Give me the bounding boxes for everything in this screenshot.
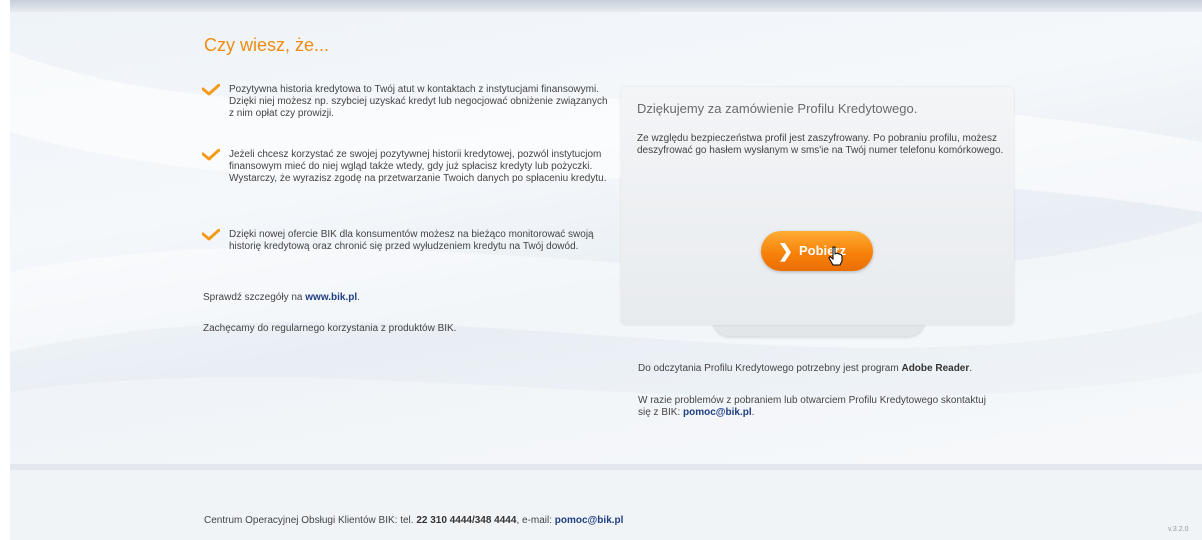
card-title: Dziękujemy za zamówienie Profilu Kredyto…: [637, 101, 918, 116]
footer-middle: , e-mail:: [516, 515, 555, 526]
bik-website-link[interactable]: www.bik.pl: [305, 292, 357, 303]
details-prefix: Sprawdź szczegóły na: [203, 292, 306, 303]
checkmark-icon: [202, 149, 220, 161]
footer-phone: 22 310 4444/348 4444: [416, 515, 517, 526]
footer-prefix: Centrum Operacyjnej Obsługi Klientów BIK…: [204, 515, 417, 526]
problems-note-suffix: .: [751, 407, 755, 419]
details-suffix: .: [357, 292, 360, 303]
tip-text: Jeżeli chcesz korzystać ze swojej pozyty…: [229, 149, 607, 185]
reader-note: Do odczytania Profilu Kredytowego potrze…: [638, 363, 998, 375]
thank-you-card: Dziękujemy za zamówienie Profilu Kredyto…: [621, 87, 1014, 325]
download-button[interactable]: ❯ Pobierz: [761, 231, 873, 271]
version-label: v.3.2.0: [1168, 526, 1189, 533]
footer-email-link[interactable]: pomoc@bik.pl: [555, 515, 624, 526]
support-email-link[interactable]: pomoc@bik.pl: [683, 407, 752, 418]
checkmark-icon: [202, 84, 220, 96]
checkmark-icon: [202, 229, 220, 241]
problems-note: W razie problemów z pobraniem lub otwarc…: [638, 395, 998, 420]
chevron-right-icon: ❯: [778, 241, 794, 261]
reader-note-suffix: .: [969, 363, 973, 374]
tip-text: Dzięki nowej ofercie BIK dla konsumentów…: [229, 229, 594, 253]
tip-text: Pozytywna historia kredytowa to Twój atu…: [229, 84, 608, 120]
page-title: Czy wiesz, że...: [204, 35, 330, 55]
footer-panel: [10, 464, 1202, 540]
card-text: Ze względu bezpieczeństwa profil jest za…: [637, 133, 1004, 157]
adobe-reader-name: Adobe Reader: [901, 363, 970, 374]
footer-contact: Centrum Operacyjnej Obsługi Klientów BIK…: [204, 515, 623, 526]
hand-cursor-icon: [828, 246, 843, 266]
details-text: Sprawdź szczegóły na www.bik.pl.: [203, 292, 360, 303]
encourage-text: Zachęcamy do regularnego korzystania z p…: [203, 323, 457, 334]
reader-note-prefix: Do odczytania Profilu Kredytowego potrze…: [638, 363, 902, 374]
